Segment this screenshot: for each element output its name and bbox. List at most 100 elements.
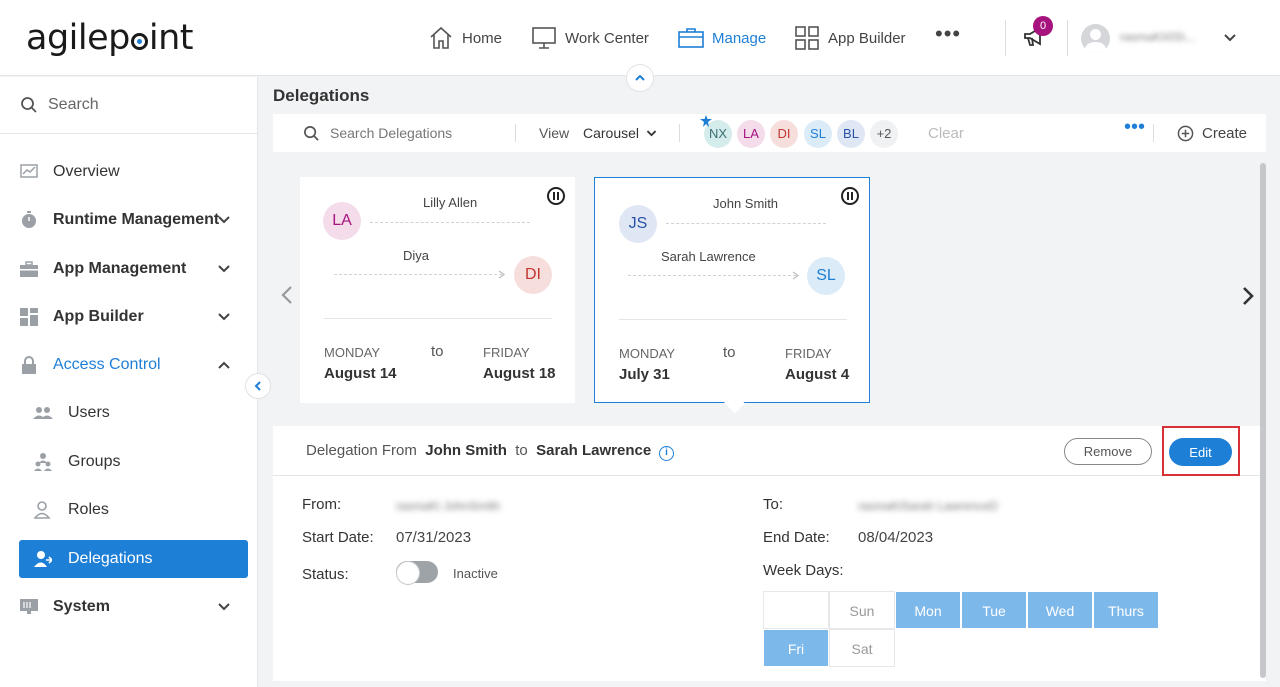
username[interactable]: rasmaKi\0S\...: [1120, 30, 1195, 44]
dashed-line: [666, 223, 826, 224]
more-options-button[interactable]: •••: [1124, 116, 1145, 139]
chevron-down-icon: [218, 313, 230, 321]
from-value: rasmaKi JohnSmith: [396, 499, 501, 513]
filter-chip-la[interactable]: LA: [737, 120, 765, 148]
sidebar-item-runtime-management[interactable]: Runtime Management: [0, 200, 257, 240]
nav-app-builder[interactable]: App Builder: [794, 0, 906, 76]
sidebar-item-system[interactable]: System: [0, 587, 257, 627]
view-select[interactable]: Carousel: [583, 125, 658, 141]
sidebar-search[interactable]: Search: [0, 77, 257, 134]
sidebar-item-label: App Builder: [53, 308, 144, 325]
chevron-up-icon: [218, 361, 230, 369]
user-avatar[interactable]: [1081, 24, 1110, 53]
to-value: rasmaKiSarah LawrenceD: [858, 499, 999, 513]
toolbar: Search Delegations View Carousel NX LA D…: [273, 114, 1266, 152]
delegation-card-selected[interactable]: JS John Smith Sarah Lawrence SL MONDAY J…: [594, 177, 870, 403]
start-date-label: Start Date:: [302, 529, 374, 546]
chevron-left-icon: [254, 381, 261, 391]
end-day: FRIDAY: [785, 346, 832, 361]
nav-app-builder-label: App Builder: [828, 29, 906, 47]
delegation-details-panel: Delegation From John Smith to Sarah Lawr…: [273, 426, 1266, 681]
filter-chip-sl[interactable]: SL: [804, 120, 832, 148]
dashed-arrow: [628, 275, 796, 276]
to-label: To:: [763, 496, 784, 513]
collapse-sidebar-button[interactable]: [245, 373, 271, 399]
remove-button[interactable]: Remove: [1064, 438, 1152, 465]
sidebar-item-label: Groups: [68, 453, 121, 470]
sidebar-item-app-builder[interactable]: App Builder: [0, 297, 257, 337]
divider: [1067, 20, 1068, 56]
pin-icon: [700, 115, 712, 127]
sidebar-item-users[interactable]: Users: [0, 393, 257, 433]
arrow-right-icon: [498, 270, 506, 279]
nav-manage[interactable]: Manage: [678, 0, 766, 76]
nav-more-button[interactable]: •••: [935, 0, 961, 72]
briefcase-icon: [678, 28, 704, 48]
start-date-value: 07/31/2023: [396, 529, 472, 546]
details-header: Delegation From John Smith to Sarah Lawr…: [273, 426, 1266, 476]
details-title: Delegation From John Smith to Sarah Lawr…: [306, 442, 652, 459]
stopwatch-icon: [19, 210, 39, 230]
pause-icon[interactable]: [841, 187, 859, 205]
start-day: MONDAY: [324, 345, 381, 360]
to-avatar: DI: [514, 256, 552, 294]
filter-chip-more[interactable]: +2: [870, 120, 898, 148]
pause-icon[interactable]: [547, 187, 565, 205]
weekday-mon: Mon: [895, 591, 961, 629]
divider: [1153, 124, 1154, 142]
sidebar: Search Overview Runtime Management App M…: [0, 77, 258, 687]
agilepoint-logo[interactable]: agilep int: [26, 18, 194, 58]
chevron-down-icon: [218, 603, 230, 611]
search-placeholder: Search Delegations: [330, 125, 453, 141]
sidebar-item-label: Access Control: [53, 356, 161, 373]
nav-work-center-label: Work Center: [565, 29, 649, 47]
to-name: Sarah Lawrence: [661, 249, 756, 264]
nav-home-label: Home: [462, 29, 503, 47]
clear-filters-button[interactable]: Clear: [928, 125, 964, 142]
to-word: to: [431, 343, 444, 360]
sidebar-item-delegations[interactable]: Delegations: [19, 540, 248, 578]
to-avatar: SL: [807, 257, 845, 295]
monitor-icon: [532, 27, 556, 49]
scrollbar[interactable]: [1260, 163, 1266, 678]
chevron-left-icon[interactable]: [279, 284, 295, 306]
create-button[interactable]: Create: [1177, 125, 1247, 142]
sidebar-item-label: Roles: [68, 501, 109, 518]
divider: [679, 124, 680, 142]
sidebar-item-app-management[interactable]: App Management: [0, 249, 257, 289]
status-value: Inactive: [453, 566, 498, 581]
week-days-label: Week Days:: [763, 562, 844, 579]
toolbox-icon: [19, 259, 39, 279]
chevron-right-icon[interactable]: [1240, 285, 1256, 307]
delegation-card[interactable]: LA Lilly Allen Diya DI MONDAY August 14 …: [300, 177, 575, 403]
delegation-icon: [33, 549, 53, 569]
filter-chip-bl[interactable]: BL: [837, 120, 865, 148]
sidebar-item-overview[interactable]: Overview: [0, 152, 257, 192]
view-label: View: [539, 125, 570, 141]
nav-work-center[interactable]: Work Center: [531, 0, 649, 76]
sidebar-item-access-control[interactable]: Access Control: [0, 345, 257, 385]
weekday-tue: Tue: [961, 591, 1027, 629]
nav-home[interactable]: Home: [428, 0, 502, 76]
sidebar-item-label: Delegations: [68, 550, 153, 567]
status-toggle[interactable]: [396, 561, 438, 585]
sidebar-item-label: Users: [68, 404, 110, 421]
logo-dot-icon: [130, 33, 148, 50]
chevron-down-icon[interactable]: [1222, 30, 1238, 46]
end-date: August 18: [483, 365, 556, 382]
sidebar-search-placeholder: Search: [48, 96, 99, 113]
weekday-fri: Fri: [763, 629, 829, 667]
info-icon[interactable]: i: [659, 446, 674, 461]
sidebar-item-roles[interactable]: Roles: [0, 490, 257, 530]
sidebar-item-label: Overview: [53, 163, 120, 180]
chevron-down-icon: [646, 129, 657, 136]
collapse-header-button[interactable]: [626, 64, 654, 92]
search-delegations-input[interactable]: Search Delegations: [303, 125, 452, 142]
filter-chip-di[interactable]: DI: [770, 120, 798, 148]
edit-button[interactable]: Edit: [1169, 438, 1232, 466]
sidebar-item-groups[interactable]: Groups: [0, 442, 257, 482]
weekday-wed: Wed: [1027, 591, 1093, 629]
weekday-sun: Sun: [829, 591, 895, 629]
end-day: FRIDAY: [483, 345, 530, 360]
chevron-up-icon: [635, 74, 645, 81]
